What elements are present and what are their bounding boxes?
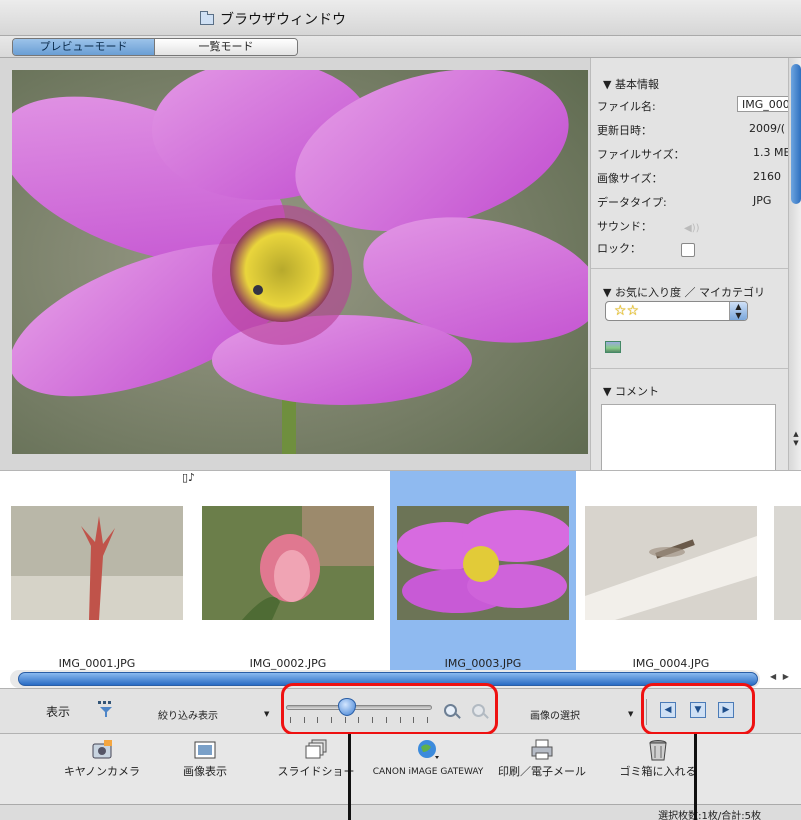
dropdown-arrow-icon[interactable]: ▼ [628,710,633,718]
mode-switch: プレビューモード 一覧モード [12,38,298,56]
filesize-value: 1.3 ME [753,146,791,159]
basic-info-header[interactable]: ▼ 基本情報 [603,76,659,92]
thumbnail-label: IMG_0002.JPG [249,657,327,670]
thumbnail-image[interactable] [397,506,569,620]
filter-select[interactable]: 絞り込み表示 [158,707,218,722]
camera-button[interactable]: キヤノンカメラ [42,738,162,778]
status-bar: 選択枚数:1枚/合計:5枚 [0,804,801,820]
preview-image[interactable] [12,70,588,454]
scroll-thumb[interactable] [791,64,801,204]
slider-highlight [281,683,498,735]
scroll-arrows-icon[interactable]: ▲ ▼ [790,430,801,448]
thumbnail-strip: ▯♪ IMG_0001.JPG IMG_0002.JPG IMG_0003.JP… [0,470,801,671]
datatype-value: JPG [753,194,772,207]
folder-icon [200,10,214,25]
thumbnail-image[interactable] [11,506,183,620]
filename-label: ファイル名: [597,100,656,113]
callout-line [694,734,697,820]
thumbnail-label: IMG_0001.JPG [58,657,136,670]
trash-button[interactable]: ゴミ箱に入れる [598,738,718,778]
trash-icon [646,738,670,762]
divider [591,268,791,269]
slideshow-button[interactable]: スライドショー [256,738,376,778]
sound-icon: ▯♪ [182,471,196,484]
thumbnail[interactable]: IMG_0004.JPG [578,471,764,671]
chevron-updown-icon: ▲ ▼ [729,302,747,320]
thumbnail-selected[interactable]: IMG_0003.JPG [390,471,576,671]
image-view-icon [193,738,217,762]
modified-label: 更新日時： [597,124,652,137]
imagesize-value: 2160 [753,170,781,183]
info-scrollbar[interactable]: ▲ ▼ [788,58,801,470]
thumbnail-image[interactable] [774,506,801,620]
callout-line [348,734,351,820]
scroll-arrows-icon[interactable]: ◀ ▶ [770,672,791,681]
thumbnail-label: IMG_0003.JPG [444,657,522,670]
sound-label: サウンド： [597,220,652,233]
globe-icon [416,738,440,762]
image-select-dropdown[interactable]: 画像の選択 [530,707,580,722]
datatype-label: データタイプ: [597,196,667,209]
comment-field[interactable] [601,404,776,470]
modified-value: 2009/( [749,122,785,135]
gateway-button[interactable]: CANON iMAGE GATEWAY [368,738,488,778]
filesize-label: ファイルサイズ： [597,148,685,161]
thumbnail[interactable] [766,471,801,671]
slideshow-icon [304,738,328,762]
window-title: ブラウザウィンドウ [220,12,346,28]
nav-highlight [641,683,755,735]
thumbnail-image[interactable] [202,506,374,620]
rating-stars: ☆☆ [614,303,640,319]
image-view-button[interactable]: 画像表示 [145,738,265,778]
lock-checkbox[interactable] [681,243,695,257]
info-panel: ▼ 基本情報 ファイル名: IMG_000 更新日時： 2009/( ファイルサ… [590,58,801,470]
preview-pane [0,58,590,470]
list-mode-button[interactable]: 一覧モード [155,39,297,55]
rating-select[interactable]: ☆☆ ▲ ▼ [605,301,748,321]
speaker-icon[interactable]: ◀)) [684,223,700,234]
filter-icon[interactable] [96,699,116,719]
comment-header[interactable]: ▼ コメント [603,383,659,399]
printer-icon [530,738,554,762]
imagesize-label: 画像サイズ： [597,172,663,185]
preview-mode-button[interactable]: プレビューモード [13,39,155,55]
selection-count: 選択枚数:1枚/合計:5枚 [658,811,761,820]
thumbnail[interactable]: IMG_0002.JPG [195,471,381,671]
title-bar: ブラウザウィンドウ [0,0,801,36]
lock-label: ロック： [597,242,641,255]
thumbnail-label: IMG_0004.JPG [632,657,710,670]
category-icon[interactable] [605,341,621,353]
thumbnail[interactable]: ▯♪ IMG_0001.JPG [4,471,195,671]
favorite-header[interactable]: ▼ お気に入り度 ／ マイカテゴリ [603,284,765,300]
print-email-button[interactable]: 印刷／電子メール [482,738,602,778]
camera-icon [90,738,114,762]
divider [591,368,791,369]
thumbnail-image[interactable] [585,506,757,620]
view-label: 表示 [46,705,71,719]
dropdown-arrow-icon[interactable]: ▼ [264,710,269,718]
action-bar: キヤノンカメラ 画像表示 スライドショー CANON iMAGE GATEWAY… [0,734,801,804]
